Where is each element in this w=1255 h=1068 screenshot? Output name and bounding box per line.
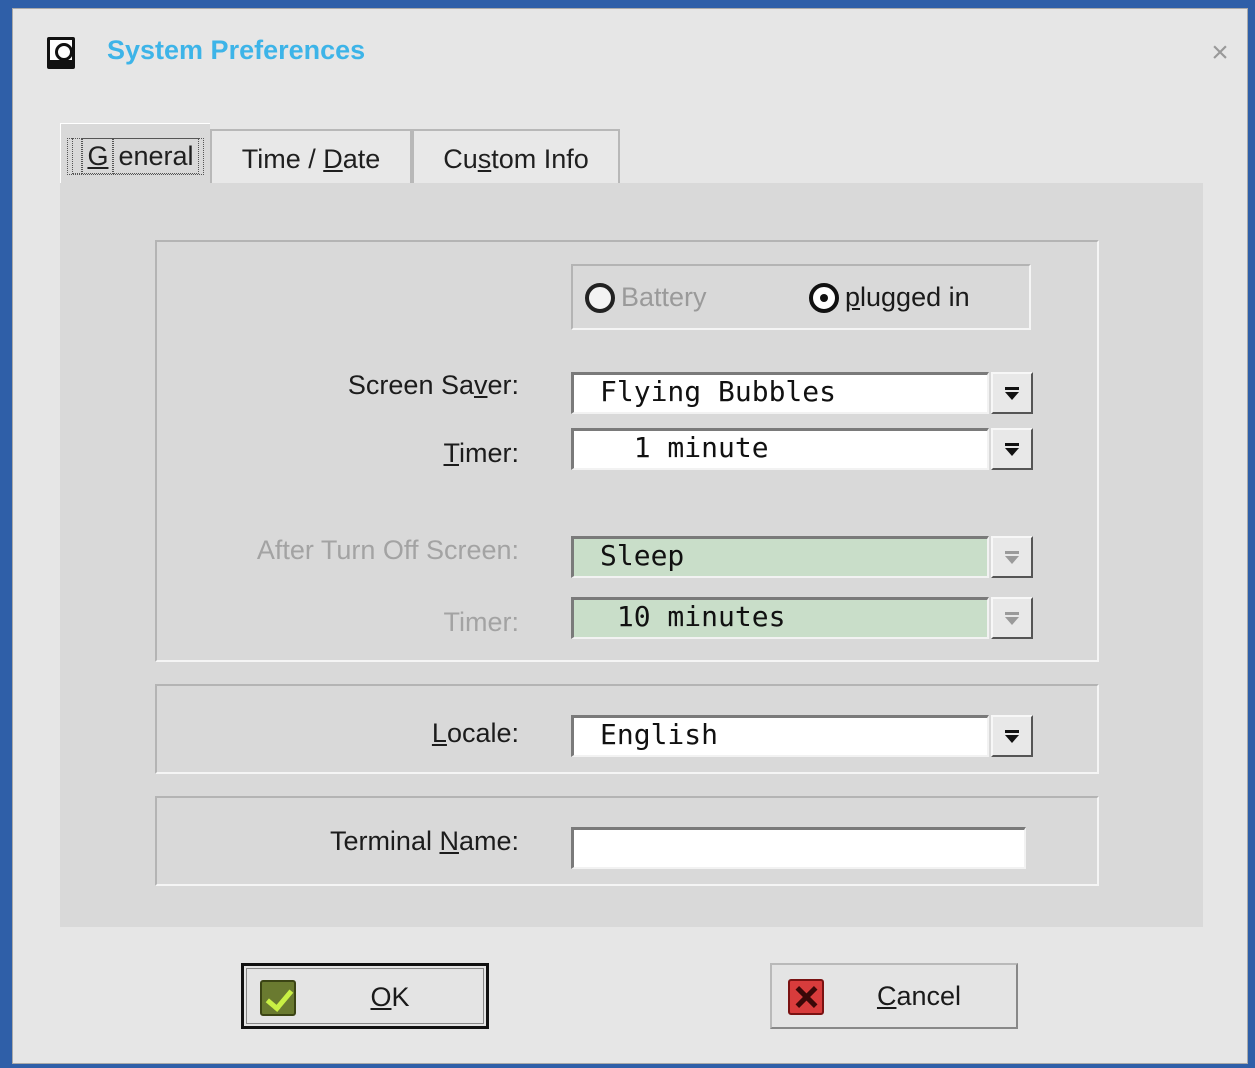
window-title: System Preferences: [107, 35, 366, 65]
tab-custom-info[interactable]: Custom Info: [412, 129, 620, 187]
terminal-name-group: Terminal Name:: [155, 796, 1099, 886]
cancel-button[interactable]: Cancel: [770, 963, 1018, 1029]
locale-dropdown[interactable]: English: [571, 715, 1033, 757]
plugged-in-radio-indicator: [809, 282, 839, 313]
preferences-app-icon: [47, 37, 75, 69]
after-turn-off-screen-dropdown: Sleep: [571, 536, 1033, 578]
chevron-down-icon: [1005, 391, 1019, 400]
screen-saver-value: Flying Bubbles: [571, 372, 989, 414]
plugged-in-radio-label: plugged in: [845, 282, 970, 312]
general-tab-panel: Battery plugged in Screen Saver: Flying …: [60, 183, 1203, 927]
terminal-name-label: Terminal Name:: [329, 826, 519, 856]
locale-value: English: [571, 715, 989, 757]
locale-label: Locale:: [431, 718, 519, 748]
cancel-button-label: Cancel: [876, 981, 962, 1011]
chevron-down-icon: [1005, 734, 1019, 743]
screen-saver-timer-dropdown[interactable]: 1 minute: [571, 428, 1033, 470]
chevron-down-icon: [1005, 555, 1019, 564]
after-turn-off-screen-dropdown-button: [991, 536, 1033, 578]
after-turn-off-timer-dropdown-button: [991, 597, 1033, 639]
screen-saver-timer-value: 1 minute: [571, 428, 989, 470]
power-source-radio-group: Battery plugged in: [571, 264, 1031, 330]
screen-saver-dropdown[interactable]: Flying Bubbles: [571, 372, 1033, 414]
ok-button[interactable]: OK: [241, 963, 489, 1029]
ok-button-label: OK: [370, 982, 410, 1012]
tab-general-label: General: [67, 138, 204, 175]
tab-time-date-label: Time / Date: [241, 143, 381, 174]
chevron-down-icon: [1005, 616, 1019, 625]
tab-custom-info-label: Custom Info: [443, 143, 589, 174]
terminal-name-input[interactable]: [571, 827, 1026, 869]
battery-radio-label: Battery: [621, 282, 707, 312]
power-settings-group: Battery plugged in Screen Saver: Flying …: [155, 240, 1099, 662]
battery-radio[interactable]: Battery: [585, 282, 707, 313]
title-bar: System Preferences ×: [13, 9, 1247, 93]
after-turn-off-screen-value: Sleep: [571, 536, 989, 578]
system-preferences-window: System Preferences × General Time / Date…: [12, 8, 1248, 1064]
tab-general[interactable]: General: [60, 123, 210, 189]
tab-time-date[interactable]: Time / Date: [210, 129, 412, 187]
screen-saver-timer-label: Timer:: [443, 438, 520, 468]
battery-radio-indicator: [585, 282, 615, 313]
screen-saver-timer-dropdown-button[interactable]: [991, 428, 1033, 470]
chevron-down-icon: [1005, 447, 1019, 456]
screen-saver-dropdown-button[interactable]: [991, 372, 1033, 414]
locale-dropdown-button[interactable]: [991, 715, 1033, 757]
locale-group: Locale: English: [155, 684, 1099, 774]
screen-saver-label: Screen Saver:: [347, 370, 519, 400]
after-turn-off-timer-value: 10 minutes: [571, 597, 989, 639]
after-turn-off-timer-dropdown: 10 minutes: [571, 597, 1033, 639]
after-turn-off-timer-label: Timer:: [443, 607, 520, 637]
close-icon[interactable]: ×: [1205, 38, 1235, 69]
plugged-in-radio[interactable]: plugged in: [809, 282, 970, 313]
after-turn-off-screen-label: After Turn Off Screen:: [256, 535, 519, 565]
